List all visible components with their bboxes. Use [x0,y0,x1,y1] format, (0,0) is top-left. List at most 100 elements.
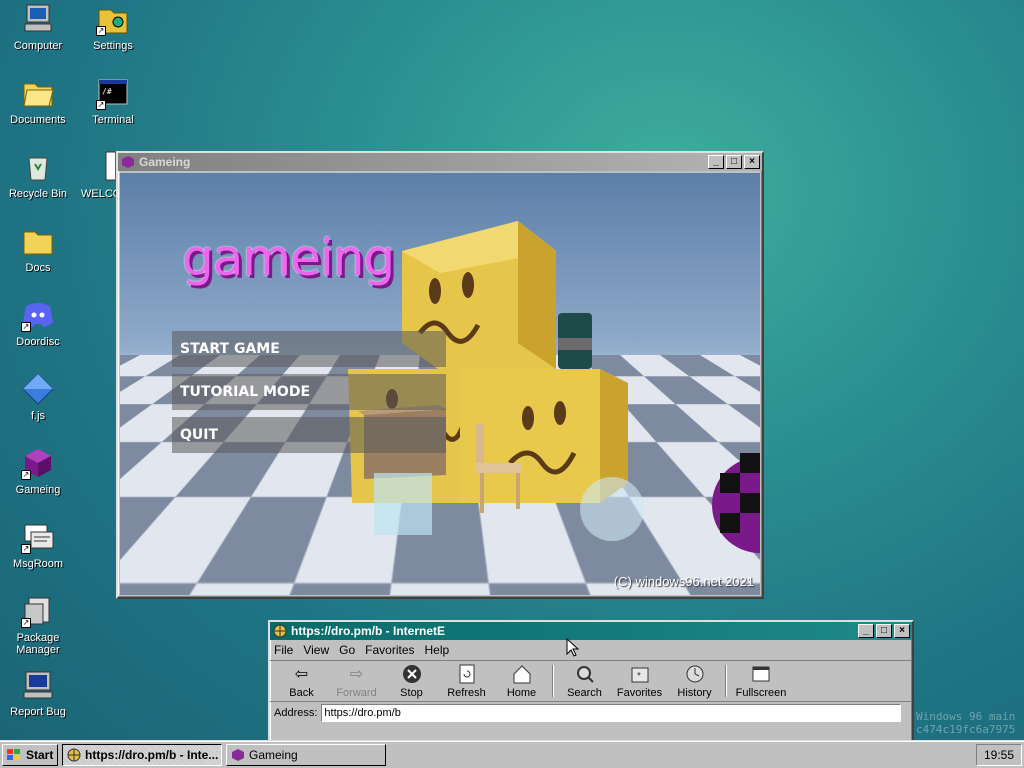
tool-label: History [677,687,712,699]
tool-label: Favorites [616,687,663,699]
tool-label: Back [289,687,314,699]
desktop-icon-settings[interactable]: ↗ Settings [75,2,151,52]
home-button[interactable]: Home [494,661,549,701]
desktop-icon-computer[interactable]: Computer [0,2,76,52]
desktop-icon-label: Package Manager [16,632,60,656]
terminal-icon: /# ↗ [96,76,130,110]
purple-cube-icon [121,155,135,169]
purple-cube-icon [231,748,245,762]
desktop-icon-label: Computer [13,40,63,52]
taskbar-item-label: https://dro.pm/b - Inte... [85,747,219,762]
start-game-button[interactable]: START GAME [172,331,446,367]
desktop-icon-documents[interactable]: Documents [0,76,76,126]
menu-file[interactable]: File [274,643,293,657]
desktop-icon-package-manager[interactable]: ↗ Package Manager [0,594,76,656]
bug-report-icon [21,668,55,702]
desktop-icon-label: Docs [25,262,51,274]
game-window-titlebar[interactable]: Gameing _ □ × [118,153,762,171]
desktop-icon-label: MsgRoom [12,558,64,570]
build-watermark: Windows 96 main c474c19fc6a7975 [916,710,1015,736]
menu-view[interactable]: View [303,643,329,657]
taskbar-item-browser[interactable]: https://dro.pm/b - Inte... [62,743,222,766]
favorites-button[interactable]: * Favorites [612,661,667,701]
back-button[interactable]: ⇦ Back [274,661,329,701]
package-icon: ↗ [21,594,55,628]
history-button[interactable]: History [667,661,722,701]
desktop-icon-report-bug[interactable]: Report Bug [0,668,76,718]
fullscreen-button[interactable]: Fullscreen [730,661,792,701]
folder-open-icon [21,76,55,110]
browser-window-titlebar[interactable]: https://dro.pm/b - InternetE _ □ × [270,622,912,640]
desktop-icon-label: Settings [93,40,133,52]
back-arrow-icon: ⇦ [294,666,309,683]
start-button[interactable]: Start [2,743,58,766]
address-input[interactable] [321,704,902,722]
desktop-icon-docs[interactable]: Docs [0,224,76,274]
toolbar-separator [552,665,554,697]
tool-label: Home [506,687,537,699]
refresh-button[interactable]: Refresh [439,661,494,701]
taskbar: Start https://dro.pm/b - Inte... Gameing… [0,740,1024,768]
tool-label: Forward [336,687,377,699]
forward-button[interactable]: ⇨ Forward [329,661,384,701]
close-button[interactable]: × [744,155,760,169]
window-title: https://dro.pm/b - InternetE [291,624,445,638]
window-title: Gameing [139,155,191,169]
recycle-bin-icon [21,150,55,184]
favorites-icon: * [629,664,651,684]
minimize-button[interactable]: _ [708,155,724,169]
search-button[interactable]: Search [557,661,612,701]
taskbar-item-gameing[interactable]: Gameing [226,743,386,766]
desktop-icon-recycle-bin[interactable]: Recycle Bin [0,150,76,200]
stop-button[interactable]: Stop [384,661,439,701]
folder-icon [21,224,55,258]
shortcut-arrow-icon: ↗ [21,618,31,628]
desktop-icon-welcome[interactable]: WELCO [75,150,121,200]
tutorial-mode-button[interactable]: TUTORIAL MODE [172,374,446,410]
game-viewport[interactable]: gameing START GAME TUTORIAL MODE QUIT (C… [120,173,760,595]
desktop-icon-doordisc[interactable]: ↗ Doordisc [0,298,76,348]
desktop-icon-label: Doordisc [16,336,60,348]
fullscreen-icon [750,664,772,684]
svg-text:/#: /# [102,87,112,96]
start-label: Start [26,747,54,762]
address-label: Address: [274,707,318,719]
diamond-icon [21,372,55,406]
stop-icon [401,664,423,684]
copyright-text: (C) windows96.net 2021 [613,574,754,589]
close-button[interactable]: × [894,624,910,638]
shortcut-arrow-icon: ↗ [96,26,106,36]
desktop-icon-fjs[interactable]: f.js [0,372,76,422]
menu-help[interactable]: Help [425,643,450,657]
forward-arrow-icon: ⇨ [349,666,364,683]
menu-go[interactable]: Go [339,643,355,657]
taskbar-clock: 19:55 [976,743,1022,766]
shortcut-arrow-icon: ↗ [96,100,106,110]
game-window[interactable]: Gameing _ □ × gameing START GAME TUTORIA… [116,151,764,599]
refresh-icon [456,664,478,684]
desktop-icon-label: Gameing [15,484,61,496]
desktop-icon-label: Report Bug [10,706,66,718]
computer-icon [21,2,55,36]
game-title: gameing [182,229,395,287]
home-icon [511,664,533,684]
desktop-icon-terminal[interactable]: /# ↗ Terminal [75,76,151,126]
toolbar-separator [725,665,727,697]
globe-icon [67,748,81,762]
minimize-button[interactable]: _ [858,624,874,638]
svg-text:*: * [637,671,641,682]
watermark-line: c474c19fc6a7975 [916,723,1016,736]
menu-favorites[interactable]: Favorites [365,643,414,657]
desktop-icon-label: Documents [10,114,66,126]
purple-cube-icon: ↗ [21,446,55,480]
quit-button[interactable]: QUIT [172,417,446,453]
browser-window[interactable]: https://dro.pm/b - InternetE _ □ × File … [268,620,914,750]
desktop-icon-msgroom[interactable]: ↗ MsgRoom [0,520,76,570]
desktop-icon-label: Terminal [92,114,134,126]
maximize-button[interactable]: □ [876,624,892,638]
maximize-button[interactable]: □ [726,155,742,169]
desktop-icon-gameing[interactable]: ↗ Gameing [0,446,76,496]
desktop-icon-label: Recycle Bin [8,188,68,200]
tool-label: Stop [400,687,423,699]
taskbar-item-label: Gameing [249,747,298,762]
